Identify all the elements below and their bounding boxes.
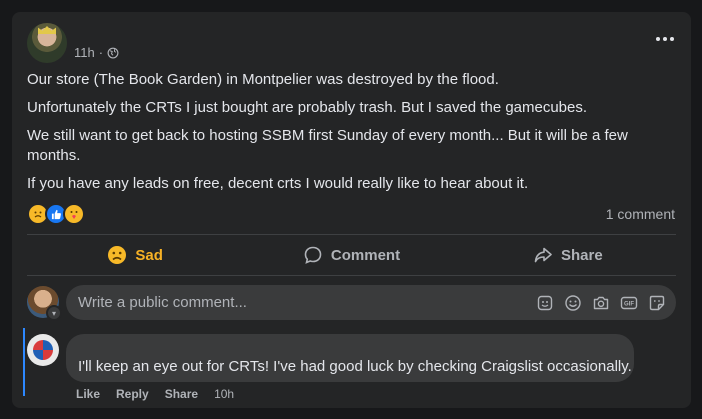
sad-face-icon (108, 246, 127, 264)
crown-icon (38, 26, 56, 34)
separator-dot: · (98, 45, 104, 60)
globe-icon (107, 47, 119, 58)
comment-share-link[interactable]: Share (165, 387, 198, 401)
divider (27, 275, 676, 276)
comment-button[interactable]: Comment (243, 238, 459, 272)
post-paragraph: Our store (The Book Garden) in Montpelie… (27, 71, 499, 88)
post-actions: Sad Comment Share (27, 238, 676, 272)
comment-reply-link[interactable]: Reply (116, 387, 149, 401)
post-time[interactable]: 11h (74, 45, 95, 60)
camera-icon[interactable] (592, 294, 610, 312)
post-meta: 11h · (74, 45, 119, 60)
post-paragraph: We still want to get back to hosting SSB… (27, 127, 628, 164)
avatar-sticker-icon[interactable] (536, 294, 554, 312)
post-card: 11h · Our store (The Book Garden) in Mon… (12, 12, 691, 408)
comment-bubble: I'll keep an eye out for CRTs! I've had … (66, 334, 634, 382)
comment-actions: Like Reply Share 10h (76, 387, 234, 401)
share-icon (534, 247, 552, 263)
care-reaction-icon (63, 203, 85, 225)
svg-text:GIF: GIF (624, 301, 634, 307)
share-button[interactable]: Share (460, 238, 676, 272)
post-paragraph: Unfortunately the CRTs I just bought are… (27, 99, 588, 116)
user-avatar[interactable]: ▾ (27, 286, 62, 321)
chevron-down-icon[interactable]: ▾ (46, 305, 62, 321)
emoji-icon[interactable] (564, 294, 582, 312)
reaction-summary[interactable] (27, 203, 85, 225)
post-paragraph: If you have any leads on free, decent cr… (27, 175, 529, 192)
comment-label: Comment (330, 246, 401, 264)
comment-like-link[interactable]: Like (76, 387, 100, 401)
sad-button[interactable]: Sad (27, 238, 243, 272)
comment-icon (304, 246, 322, 264)
commenter-avatar[interactable] (27, 334, 59, 366)
comment-input[interactable] (66, 293, 536, 312)
thread-indicator (23, 328, 25, 396)
sticker-icon[interactable] (648, 294, 666, 312)
comment-count[interactable]: 1 comment (606, 206, 675, 222)
post-body: Our store (The Book Garden) in Montpelie… (27, 70, 677, 202)
share-label: Share (560, 246, 603, 264)
sad-label: Sad (135, 246, 163, 264)
author-avatar[interactable] (27, 23, 67, 63)
comment-text: I'll keep an eye out for CRTs! I've had … (78, 358, 632, 375)
comment-time[interactable]: 10h (214, 387, 234, 401)
more-options-icon[interactable] (653, 32, 677, 46)
composer-icons: GIF (536, 294, 676, 312)
logo-icon (33, 340, 53, 360)
gif-icon[interactable]: GIF (620, 294, 638, 312)
divider (27, 234, 676, 235)
comment-composer: GIF (66, 285, 676, 320)
